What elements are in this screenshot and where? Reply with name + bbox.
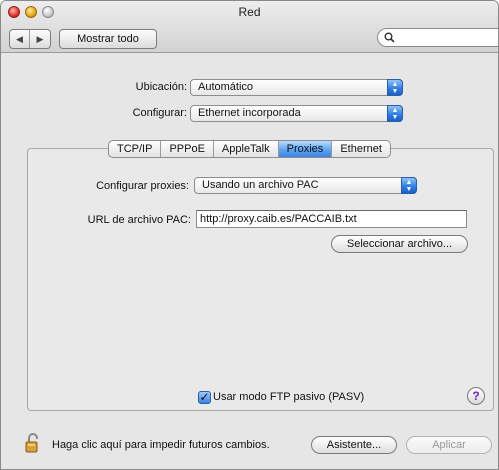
- window-title: Red: [238, 5, 261, 19]
- forward-arrow-icon: ▶: [36, 34, 44, 44]
- tab-bar: TCP/IP PPPoE AppleTalk Proxies Ethernet: [108, 140, 391, 158]
- tab-tcpip[interactable]: TCP/IP: [109, 141, 162, 157]
- pac-url-field[interactable]: http://proxy.caib.es/PACCAIB.txt: [196, 210, 467, 228]
- tab-ethernet[interactable]: Ethernet: [332, 141, 390, 157]
- tab-proxies[interactable]: Proxies: [278, 141, 333, 157]
- network-preferences-window: Red ◀ ▶ Mostrar todo Ubicación: Automátic…: [0, 0, 499, 470]
- passive-ftp-label: Usar modo FTP pasivo (PASV): [213, 391, 365, 403]
- assistant-button[interactable]: Asistente...: [311, 436, 397, 454]
- configure-proxies-popup[interactable]: Usando un archivo PAC ▲ ▼: [194, 177, 417, 194]
- configure-proxies-value: Usando un archivo PAC: [202, 179, 319, 191]
- title-toolbar: Red ◀ ▶ Mostrar todo: [1, 1, 498, 53]
- location-label: Ubicación:: [135, 81, 187, 93]
- back-arrow-icon: ◀: [16, 34, 23, 44]
- lock-icon[interactable]: [25, 433, 41, 453]
- pac-url-label: URL de archivo PAC:: [87, 214, 191, 226]
- help-button[interactable]: ?: [467, 387, 485, 405]
- tab-pppoe[interactable]: PPPoE: [161, 141, 214, 157]
- tab-appletalk[interactable]: AppleTalk: [214, 141, 279, 157]
- lock-text: Haga clic aquí para impedir futuros camb…: [52, 439, 270, 451]
- popup-arrows-icon: ▲ ▼: [401, 177, 417, 194]
- configure-label: Configurar:: [132, 107, 187, 119]
- location-value: Automático: [198, 81, 254, 93]
- show-all-button[interactable]: Mostrar todo: [59, 29, 157, 49]
- search-icon: [384, 31, 395, 48]
- popup-arrows-icon: ▲ ▼: [387, 79, 403, 96]
- configure-proxies-label: Configurar proxies:: [96, 180, 189, 192]
- configure-value: Ethernet incorporada: [198, 107, 301, 119]
- passive-ftp-checkbox[interactable]: ✓: [198, 391, 211, 404]
- location-popup[interactable]: Automático ▲ ▼: [190, 79, 403, 96]
- back-button[interactable]: ◀: [10, 30, 30, 48]
- search-field[interactable]: [377, 28, 498, 48]
- popup-arrows-icon: ▲ ▼: [387, 105, 403, 122]
- apply-button[interactable]: Aplicar: [406, 436, 492, 454]
- choose-file-button[interactable]: Seleccionar archivo...: [331, 235, 468, 253]
- back-forward-control: ◀ ▶: [9, 29, 51, 49]
- forward-button[interactable]: ▶: [30, 30, 50, 48]
- configure-popup[interactable]: Ethernet incorporada ▲ ▼: [190, 105, 403, 122]
